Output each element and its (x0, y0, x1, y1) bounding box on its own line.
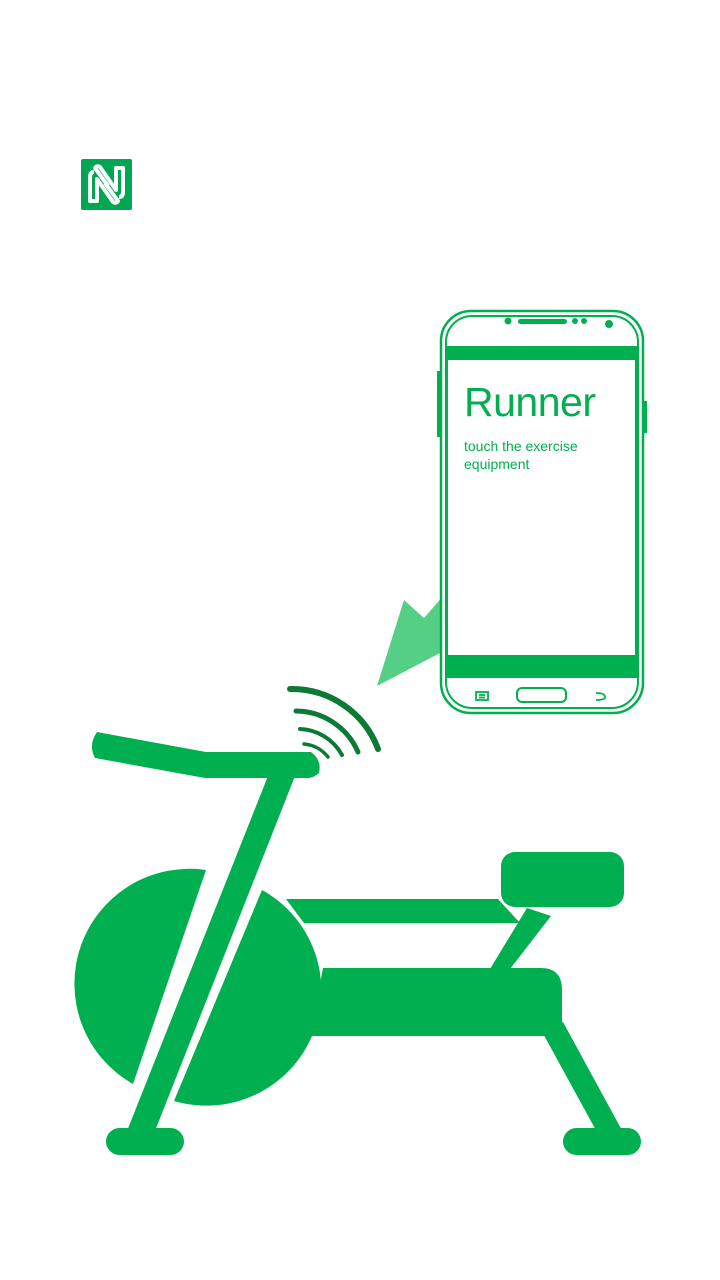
menu-icon (475, 691, 489, 701)
home-button-icon (516, 687, 567, 703)
nfc-icon (81, 159, 132, 210)
nfc-signal-waves-icon (287, 685, 381, 759)
back-icon (595, 692, 606, 701)
phone-nav-keys (475, 687, 606, 703)
phone-illustration: Runner touch the exercise equipment (436, 309, 648, 717)
exercise-bike-icon (74, 732, 641, 1155)
